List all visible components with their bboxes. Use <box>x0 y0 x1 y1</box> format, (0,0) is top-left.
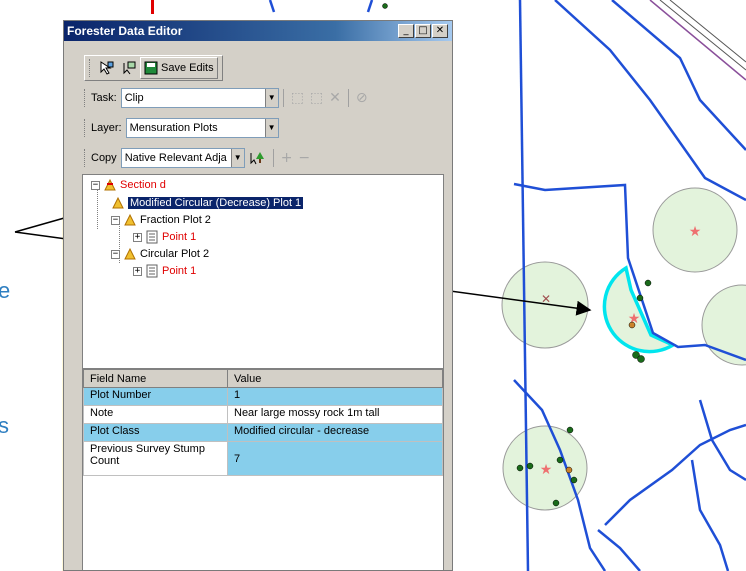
minimize-button[interactable]: _ <box>398 24 414 38</box>
forester-data-editor-window[interactable]: Forester Data Editor _ □ ✕ Save Edits Ta… <box>63 20 453 571</box>
chevron-down-icon[interactable]: ▼ <box>230 149 244 167</box>
add-icon[interactable]: + <box>281 150 293 166</box>
feature-tree[interactable]: − Section d Modified Circular (Decrease)… <box>82 174 444 384</box>
tree-label: Fraction Plot 2 <box>140 214 211 226</box>
save-edits-button[interactable]: Save Edits <box>140 57 218 79</box>
layer-row: Layer: Mensuration Plots ▼ <box>84 115 279 141</box>
tree-add-icon <box>250 152 264 165</box>
expand-toggle[interactable]: + <box>133 232 142 242</box>
collapse-toggle[interactable]: − <box>111 249 120 259</box>
tree-label: Point 1 <box>162 265 197 277</box>
point-icon <box>146 264 158 278</box>
field-name-cell: Plot Number <box>83 387 228 406</box>
chevron-down-icon[interactable]: ▼ <box>264 89 278 107</box>
sketch-icon[interactable]: ⬚ <box>291 90 304 106</box>
tree-label: Circular Plot 2 <box>140 248 210 260</box>
field-name-cell: Note <box>83 405 228 424</box>
expand-toggle[interactable]: + <box>133 266 142 276</box>
plot-center-star[interactable]: ★ <box>540 462 553 478</box>
tree-node-point[interactable]: + Point 1 <box>133 263 196 279</box>
layer-value: Mensuration Plots <box>129 122 218 134</box>
maximize-button[interactable]: □ <box>415 24 431 38</box>
save-edits-label: Save Edits <box>161 62 214 74</box>
plot-icon <box>112 196 124 209</box>
save-edits-icon <box>144 61 158 75</box>
edit-tool-button[interactable] <box>118 57 140 79</box>
copy-row: Copy Native Relevant Adja ▼ + − <box>84 145 313 171</box>
table-row[interactable]: Previous Survey Stump Count 7 <box>83 441 443 476</box>
tree-label: Section d <box>120 179 166 191</box>
copy-label: Copy <box>91 152 117 164</box>
tree-node-circular-plot[interactable]: − Circular Plot 2 <box>111 246 209 262</box>
separator <box>347 89 349 107</box>
tree-connector <box>97 189 98 229</box>
field-value-cell[interactable]: 7 <box>227 441 443 476</box>
tree-node-fraction-plot[interactable]: − Fraction Plot 2 <box>111 212 211 228</box>
side-text: e <box>0 278 11 303</box>
collapse-toggle[interactable]: − <box>91 180 100 190</box>
table-row[interactable]: Note Near large mossy rock 1m tall <box>83 405 443 424</box>
table-header-row: Field Name Value <box>83 369 443 388</box>
tree-add-button[interactable] <box>245 147 269 169</box>
field-value-cell[interactable]: Modified circular - decrease <box>227 423 443 442</box>
red-marker <box>151 0 154 14</box>
toolbar-grip[interactable] <box>89 59 92 77</box>
copy-value: Native Relevant Adja <box>124 152 227 164</box>
table-row[interactable]: Plot Number 1 <box>83 387 443 406</box>
select-feature-button[interactable] <box>96 57 118 79</box>
remove-icon[interactable]: − <box>298 150 310 166</box>
tree-node-modified-plot[interactable]: Modified Circular (Decrease) Plot 1 <box>111 195 304 211</box>
tree-node-point[interactable]: + Point 1 <box>133 229 196 245</box>
separator <box>272 149 274 167</box>
field-name-cell: Plot Class <box>83 423 228 442</box>
task-label: Task: <box>91 92 117 104</box>
plot-icon <box>124 247 136 260</box>
sketch-icon[interactable]: ⬚ <box>310 90 323 106</box>
field-value-cell[interactable]: 1 <box>227 387 443 406</box>
select-feature-icon <box>100 61 114 75</box>
layer-dropdown[interactable]: Mensuration Plots ▼ <box>125 118 279 138</box>
layer-label: Layer: <box>91 122 122 134</box>
tree-node-section[interactable]: − Section d <box>91 177 166 193</box>
title-bar[interactable]: Forester Data Editor _ □ ✕ <box>64 21 452 41</box>
table-row[interactable]: Plot Class Modified circular - decrease <box>83 423 443 442</box>
attribute-table: Field Name Value Plot Number 1 Note Near… <box>83 369 443 476</box>
task-row: Task: Clip ▼ ⬚ ⬚ ✕ ⊘ <box>84 85 448 111</box>
section-icon <box>104 178 116 191</box>
copy-dropdown[interactable]: Native Relevant Adja ▼ <box>120 148 245 168</box>
task-dropdown[interactable]: Clip ▼ <box>120 88 279 108</box>
attribute-grid[interactable]: Field Name Value Plot Number 1 Note Near… <box>82 368 444 570</box>
collapse-toggle[interactable]: − <box>111 215 120 225</box>
toolbar-grip[interactable] <box>84 89 87 107</box>
column-header-field-name[interactable]: Field Name <box>83 369 228 388</box>
separator <box>282 89 284 107</box>
edit-tool-icon <box>123 61 136 75</box>
road-line <box>659 0 746 71</box>
window-title: Forester Data Editor <box>67 24 183 38</box>
plot-icon <box>124 213 136 226</box>
close-button[interactable]: ✕ <box>432 24 448 38</box>
plot-center-star[interactable]: ★ <box>689 224 702 240</box>
tree-label-selected: Modified Circular (Decrease) Plot 1 <box>128 197 304 209</box>
stop-icon[interactable]: ⊘ <box>356 90 368 106</box>
toolbar-grip[interactable] <box>84 149 87 167</box>
point-icon <box>146 230 158 244</box>
tree-label: Point 1 <box>162 231 197 243</box>
chevron-down-icon[interactable]: ▼ <box>264 119 278 137</box>
field-value-cell[interactable]: Near large mossy rock 1m tall <box>227 405 443 424</box>
column-header-value[interactable]: Value <box>227 369 443 388</box>
delete-icon[interactable]: ✕ <box>329 90 341 106</box>
field-name-cell: Previous Survey Stump Count <box>83 441 228 476</box>
task-value: Clip <box>124 92 144 104</box>
editor-toolbar: Save Edits <box>84 55 223 81</box>
road-line <box>649 0 746 81</box>
toolbar-grip[interactable] <box>84 119 87 137</box>
side-text: s <box>0 413 9 438</box>
road-line <box>669 0 746 63</box>
